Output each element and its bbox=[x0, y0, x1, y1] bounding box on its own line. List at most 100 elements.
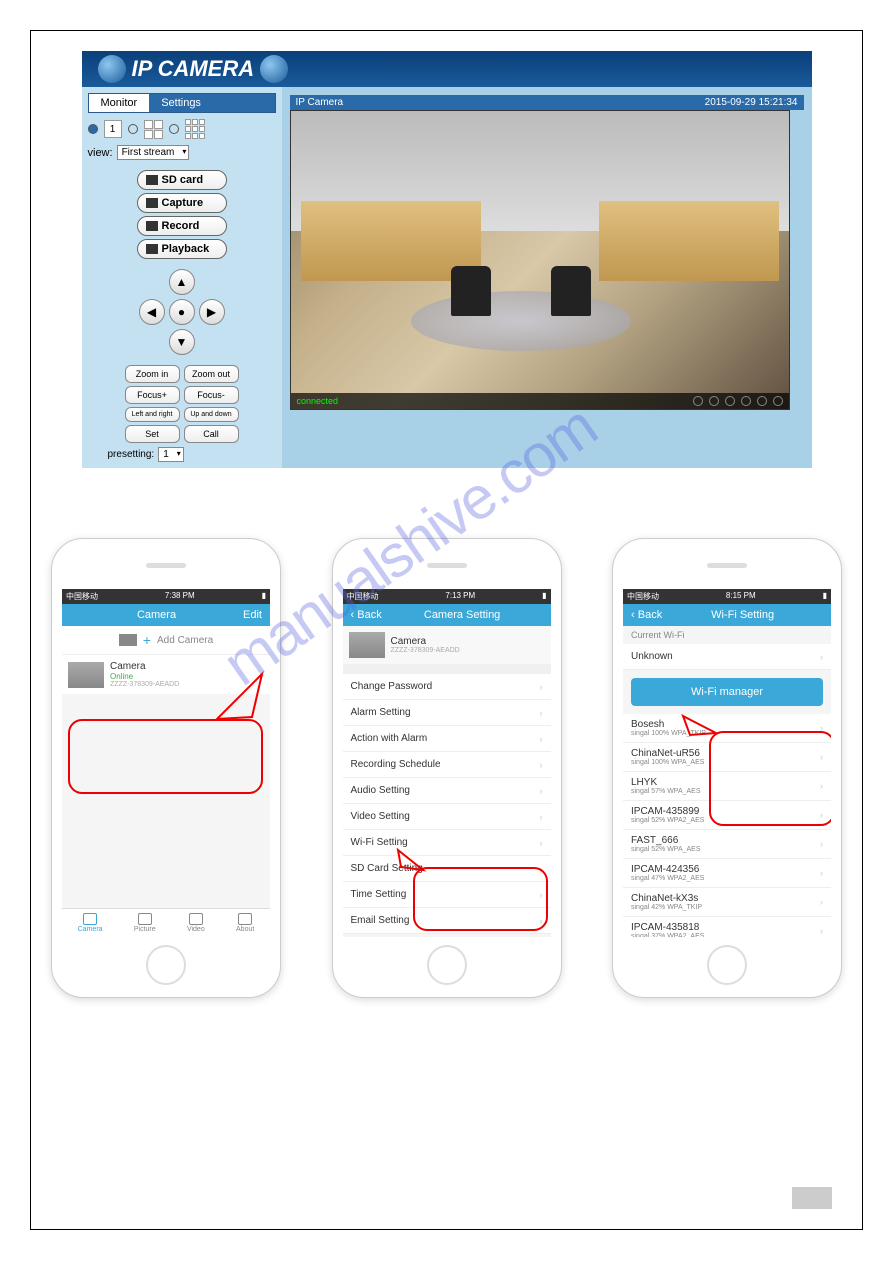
camera-icon bbox=[119, 634, 137, 646]
video-control-icon[interactable] bbox=[773, 396, 783, 406]
wifi-signal: singal 52% WPA_AES bbox=[631, 846, 701, 853]
zoom-out-button[interactable]: Zoom out bbox=[184, 365, 239, 383]
status-bar: 中国移动 7:13 PM ▮ bbox=[343, 589, 551, 604]
annotation-callout bbox=[68, 719, 263, 794]
wifi-signal: singal 100% WPA_AES bbox=[631, 759, 704, 766]
wifi-row[interactable]: LHYKsingal 57% WPA_AES› bbox=[623, 772, 831, 801]
sdcard-button[interactable]: SD card bbox=[137, 170, 227, 190]
back-button[interactable]: ‹ Back bbox=[351, 609, 382, 621]
chevron-right-icon: › bbox=[820, 652, 823, 662]
preset-row: presetting: 1 bbox=[88, 447, 276, 462]
tab-row: Monitor Settings bbox=[88, 93, 276, 113]
ptz-down-button[interactable]: ▼ bbox=[169, 329, 195, 355]
home-button[interactable] bbox=[427, 945, 467, 985]
add-camera-row[interactable]: + Add Camera bbox=[62, 626, 270, 655]
setting-row[interactable]: Wi-Fi Setting› bbox=[343, 830, 551, 856]
home-button[interactable] bbox=[146, 945, 186, 985]
picture-tab-icon bbox=[138, 913, 152, 925]
playback-label: Playback bbox=[162, 243, 210, 255]
preset-select[interactable]: 1 bbox=[158, 447, 184, 462]
phone-screen: 中国移动 7:13 PM ▮ ‹ Back Camera Setting Cam… bbox=[343, 589, 551, 937]
grid-9-icon[interactable] bbox=[185, 119, 205, 139]
battery-icon: ▮ bbox=[823, 591, 827, 602]
wifi-row[interactable]: IPCAM-435818singal 37% WPA2_AES› bbox=[623, 917, 831, 937]
ptz-up-button[interactable]: ▲ bbox=[169, 269, 195, 295]
wifi-manager-button[interactable]: Wi-Fi manager bbox=[631, 678, 823, 706]
zoom-row: Zoom in Zoom out bbox=[88, 365, 276, 383]
radio-9[interactable] bbox=[169, 124, 179, 134]
page-frame: IP CAMERA Monitor Settings 1 view: bbox=[30, 30, 863, 1230]
wifi-row[interactable]: ChinaNet-kX3ssingal 42% WPA_TKIP› bbox=[623, 888, 831, 917]
sdcard-icon bbox=[146, 175, 158, 185]
tab-picture[interactable]: Picture bbox=[134, 913, 156, 933]
tab-camera[interactable]: Camera bbox=[78, 913, 103, 933]
current-wifi-row[interactable]: Unknown › bbox=[623, 644, 831, 670]
wifi-signal: singal 42% WPA_TKIP bbox=[631, 904, 702, 911]
playback-button[interactable]: Playback bbox=[137, 239, 227, 259]
tab-label: About bbox=[236, 926, 254, 933]
setting-row[interactable]: Video Setting› bbox=[343, 804, 551, 830]
updown-button[interactable]: Up and down bbox=[184, 407, 239, 422]
capture-button[interactable]: Capture bbox=[137, 193, 227, 213]
setting-row[interactable]: Recording Schedule› bbox=[343, 752, 551, 778]
camera-row[interactable]: Camera Online ZZZZ-378309-AEADD › bbox=[62, 655, 270, 694]
tab-settings[interactable]: Settings bbox=[149, 94, 213, 112]
setting-row[interactable]: Action with Alarm› bbox=[343, 726, 551, 752]
video-control-icon[interactable] bbox=[693, 396, 703, 406]
setting-row[interactable]: Alarm Setting› bbox=[343, 700, 551, 726]
capture-label: Capture bbox=[162, 197, 204, 209]
video-title: IP Camera bbox=[296, 97, 344, 108]
wifi-row[interactable]: FAST_666singal 52% WPA_AES› bbox=[623, 830, 831, 859]
video-control-icon[interactable] bbox=[757, 396, 767, 406]
record-button[interactable]: Record bbox=[137, 216, 227, 236]
phone-wifi-setting: 中国移动 8:15 PM ▮ ‹ Back Wi-Fi Setting Curr… bbox=[612, 538, 842, 998]
ptz-center-button[interactable]: ● bbox=[169, 299, 195, 325]
video-control-icon[interactable] bbox=[725, 396, 735, 406]
chevron-right-icon: › bbox=[820, 781, 823, 791]
focus-plus-button[interactable]: Focus+ bbox=[125, 386, 180, 404]
ptz-left-button[interactable]: ◀ bbox=[139, 299, 165, 325]
ptz-right-button[interactable]: ▶ bbox=[199, 299, 225, 325]
bottom-tabs: Camera Picture Video About bbox=[62, 908, 270, 937]
setting-row[interactable]: SD Card Setting› bbox=[343, 856, 551, 882]
edit-button[interactable]: Edit bbox=[243, 609, 262, 621]
call-button[interactable]: Call bbox=[184, 425, 239, 443]
wifi-info: Boseshsingal 100% WPA_TKIP bbox=[631, 719, 706, 737]
back-button[interactable]: ‹ Back bbox=[631, 609, 662, 621]
setting-row[interactable]: Change Password› bbox=[343, 674, 551, 700]
grid-1-icon[interactable]: 1 bbox=[104, 120, 122, 138]
camera-name: Camera bbox=[391, 636, 545, 647]
wifi-row[interactable]: IPCAM-424356singal 47% WPA2_AES› bbox=[623, 859, 831, 888]
set-button[interactable]: Set bbox=[125, 425, 180, 443]
camera-name: Camera bbox=[110, 661, 255, 672]
wifi-row[interactable]: ChinaNet-uR56singal 100% WPA_AES› bbox=[623, 743, 831, 772]
wifi-list: Boseshsingal 100% WPA_TKIP›ChinaNet-uR56… bbox=[623, 714, 831, 937]
grid-number: 1 bbox=[104, 120, 122, 138]
chevron-right-icon: › bbox=[540, 812, 543, 822]
video-frame[interactable]: connected bbox=[290, 110, 790, 410]
wifi-row[interactable]: Boseshsingal 100% WPA_TKIP› bbox=[623, 714, 831, 743]
tab-monitor[interactable]: Monitor bbox=[89, 94, 150, 112]
radio-4[interactable] bbox=[128, 124, 138, 134]
grid-4-icon[interactable] bbox=[144, 120, 163, 139]
radio-1[interactable] bbox=[88, 124, 98, 134]
setting-row[interactable]: Audio Setting› bbox=[343, 778, 551, 804]
tab-about[interactable]: About bbox=[236, 913, 254, 933]
wifi-row[interactable]: IPCAM-435899singal 52% WPA2_AES› bbox=[623, 801, 831, 830]
nav-bar: Camera Edit bbox=[62, 604, 270, 626]
tab-video[interactable]: Video bbox=[187, 913, 205, 933]
video-control-icon[interactable] bbox=[709, 396, 719, 406]
chevron-right-icon: › bbox=[540, 734, 543, 744]
wifi-name: ChinaNet-uR56 bbox=[631, 748, 704, 759]
setting-row[interactable]: Time Setting› bbox=[343, 882, 551, 908]
wifi-info: FAST_666singal 52% WPA_AES bbox=[631, 835, 701, 853]
focus-minus-button[interactable]: Focus- bbox=[184, 386, 239, 404]
record-label: Record bbox=[162, 220, 200, 232]
leftright-button[interactable]: Left and right bbox=[125, 407, 180, 422]
home-button[interactable] bbox=[707, 945, 747, 985]
zoom-in-button[interactable]: Zoom in bbox=[125, 365, 180, 383]
video-tab-icon bbox=[189, 913, 203, 925]
stream-select[interactable]: First stream bbox=[117, 145, 190, 160]
setting-row[interactable]: Email Setting› bbox=[343, 908, 551, 934]
video-control-icon[interactable] bbox=[741, 396, 751, 406]
